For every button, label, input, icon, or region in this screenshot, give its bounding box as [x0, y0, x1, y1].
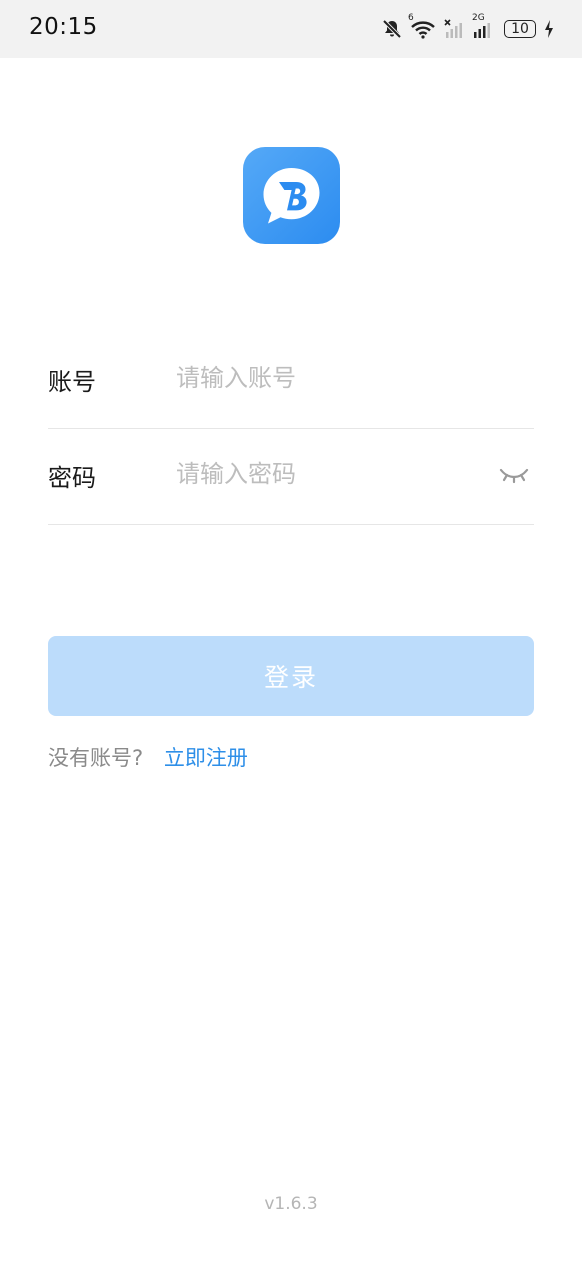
status-bar: 20:15 6 2G 10 [0, 0, 582, 58]
account-input[interactable] [176, 356, 476, 400]
signal-icon [444, 19, 464, 39]
mute-bell-icon [382, 19, 402, 39]
battery-level: 10 [511, 21, 529, 37]
wifi-label: 6 [408, 13, 414, 23]
account-label: 账号 [48, 368, 96, 396]
register-link[interactable]: 立即注册 [164, 746, 248, 770]
status-time: 20:15 [29, 14, 98, 40]
password-input[interactable] [176, 452, 476, 496]
app-logo-icon [243, 147, 340, 244]
wifi-icon: 6 [408, 13, 436, 39]
charging-icon [544, 19, 554, 39]
battery-icon: 10 [504, 20, 536, 38]
version-label: v1.6.3 [264, 1194, 318, 1214]
status-icons: 6 2G 10 [382, 13, 554, 41]
register-line: 没有账号? 立即注册 [48, 742, 248, 772]
register-prompt: 没有账号? [48, 746, 144, 770]
signal-2g-icon: 2G [472, 13, 496, 39]
login-button[interactable]: 登录 [48, 636, 534, 716]
password-row: 密码 [48, 428, 534, 525]
password-label: 密码 [48, 464, 96, 492]
eye-closed-icon[interactable] [498, 464, 530, 486]
network-label: 2G [472, 13, 485, 23]
account-row: 账号 [48, 332, 534, 429]
